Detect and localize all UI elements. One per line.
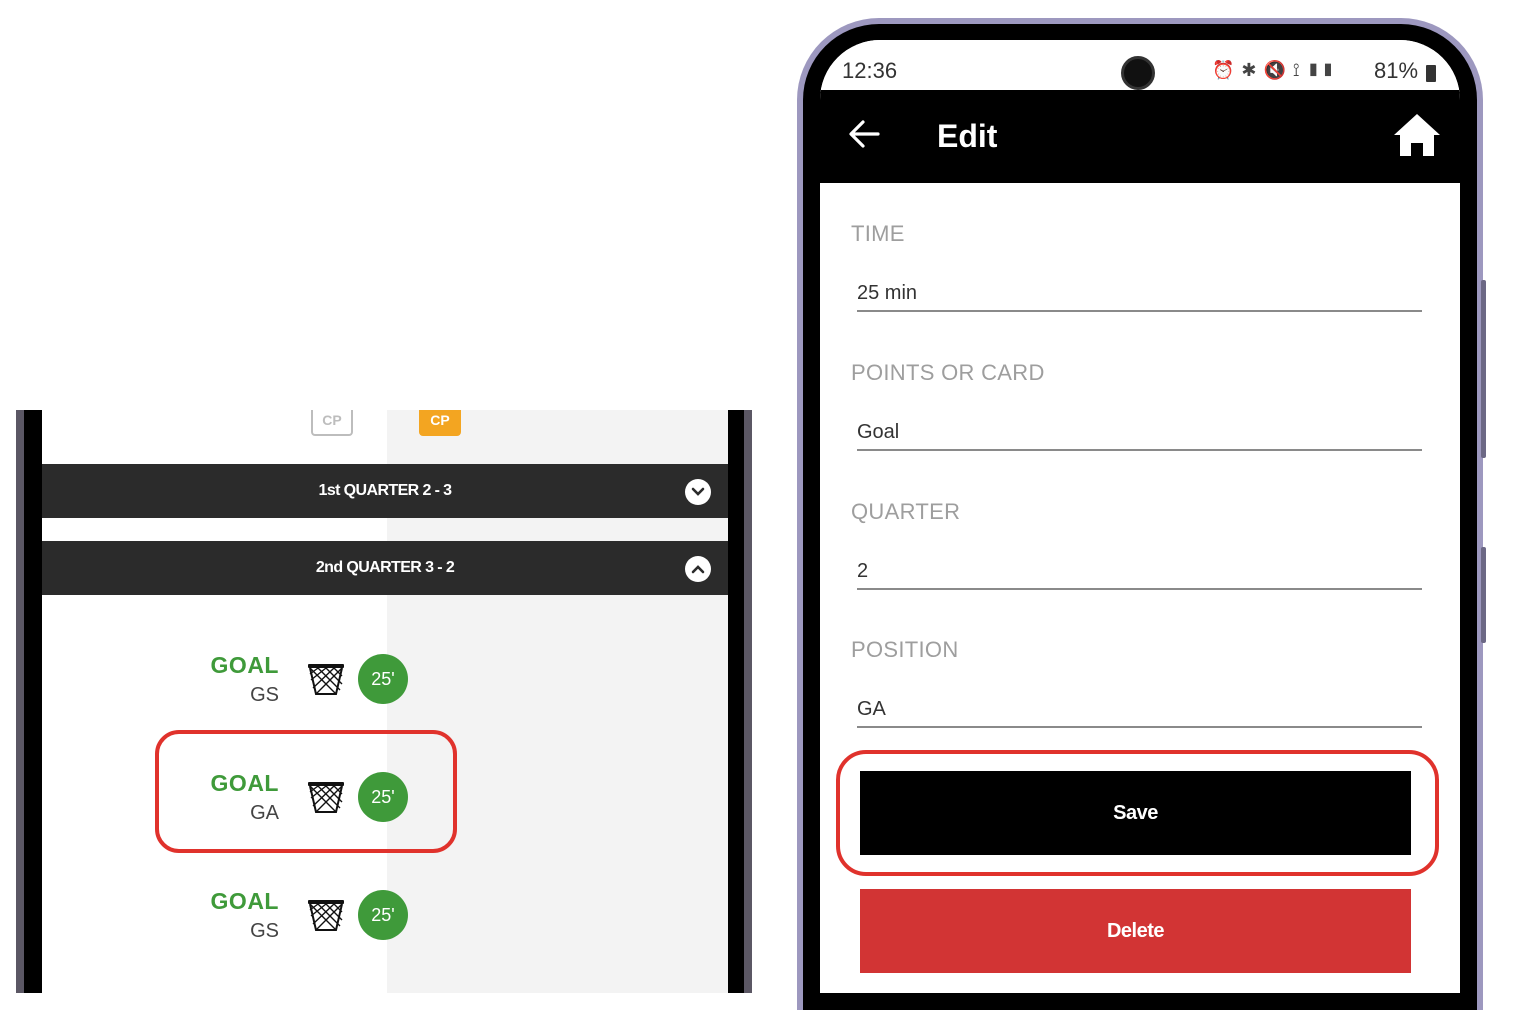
event-minute-badge: 25' [358, 890, 408, 940]
status-bar: 12:36 ⏰ ✱ 🔇 ⟟ ▮▮ 81% [820, 40, 1460, 92]
event-type: GOAL [210, 652, 279, 678]
status-icons: ⏰ ✱ 🔇 ⟟ ▮▮ [1212, 60, 1337, 80]
points-or-card-field: POINTS OR CARD [851, 360, 1422, 451]
field-label: QUARTER [851, 499, 961, 524]
app-bar: Edit [820, 90, 1460, 183]
highlight-annotation-right [836, 750, 1439, 876]
home-icon[interactable] [1392, 112, 1442, 163]
event-row[interactable]: GOAL GS 25' [211, 886, 422, 956]
chevron-up-icon[interactable] [685, 556, 711, 582]
netball-hoop-icon [308, 664, 344, 695]
quarter-label: 2nd QUARTER 3 - 2 [315, 559, 455, 576]
delete-button[interactable]: Delete [860, 889, 1411, 973]
event-position: GS [250, 684, 279, 706]
event-minute-badge: 25' [358, 654, 408, 704]
back-arrow-icon[interactable] [848, 119, 880, 154]
event-position: GS [250, 920, 279, 942]
phone-side-button [1481, 547, 1486, 643]
position-field: POSITION [851, 637, 1422, 728]
highlight-annotation-left [155, 730, 457, 853]
battery-icon [1426, 65, 1436, 82]
chevron-down-icon[interactable] [685, 479, 711, 505]
netball-hoop-icon [308, 900, 344, 931]
quarter-header-1[interactable]: 1st QUARTER 2 - 3 [42, 464, 728, 518]
field-label: TIME [851, 221, 905, 246]
page-title: Edit [937, 118, 998, 154]
position-input[interactable] [857, 692, 1422, 728]
cp-tag-home: CP [311, 410, 353, 436]
points-or-card-input[interactable] [857, 415, 1422, 451]
status-time: 12:36 [842, 58, 898, 83]
phone-side-button [1481, 280, 1486, 458]
time-input[interactable] [857, 276, 1422, 312]
left-phone-frame: CP CP 1st QUARTER 2 - 3 2nd QUARTER 3 - … [16, 410, 752, 993]
battery-level: 81% [1374, 58, 1419, 83]
quarter-header-2[interactable]: 2nd QUARTER 3 - 2 [42, 541, 728, 595]
field-label: POSITION [851, 637, 959, 662]
quarter-field: QUARTER [851, 499, 1422, 590]
cp-tag-away: CP [419, 410, 461, 436]
event-type: GOAL [210, 888, 279, 914]
camera-icon [1121, 56, 1155, 90]
match-events-screen: CP CP 1st QUARTER 2 - 3 2nd QUARTER 3 - … [42, 410, 728, 993]
quarter-label: 1st QUARTER 2 - 3 [318, 482, 453, 499]
quarter-input[interactable] [857, 554, 1422, 590]
phone-edge [16, 410, 24, 993]
field-label: POINTS OR CARD [851, 360, 1045, 385]
phone-edge [744, 410, 752, 993]
event-row[interactable]: GOAL GS 25' [211, 650, 422, 720]
time-field: TIME [851, 221, 1422, 312]
